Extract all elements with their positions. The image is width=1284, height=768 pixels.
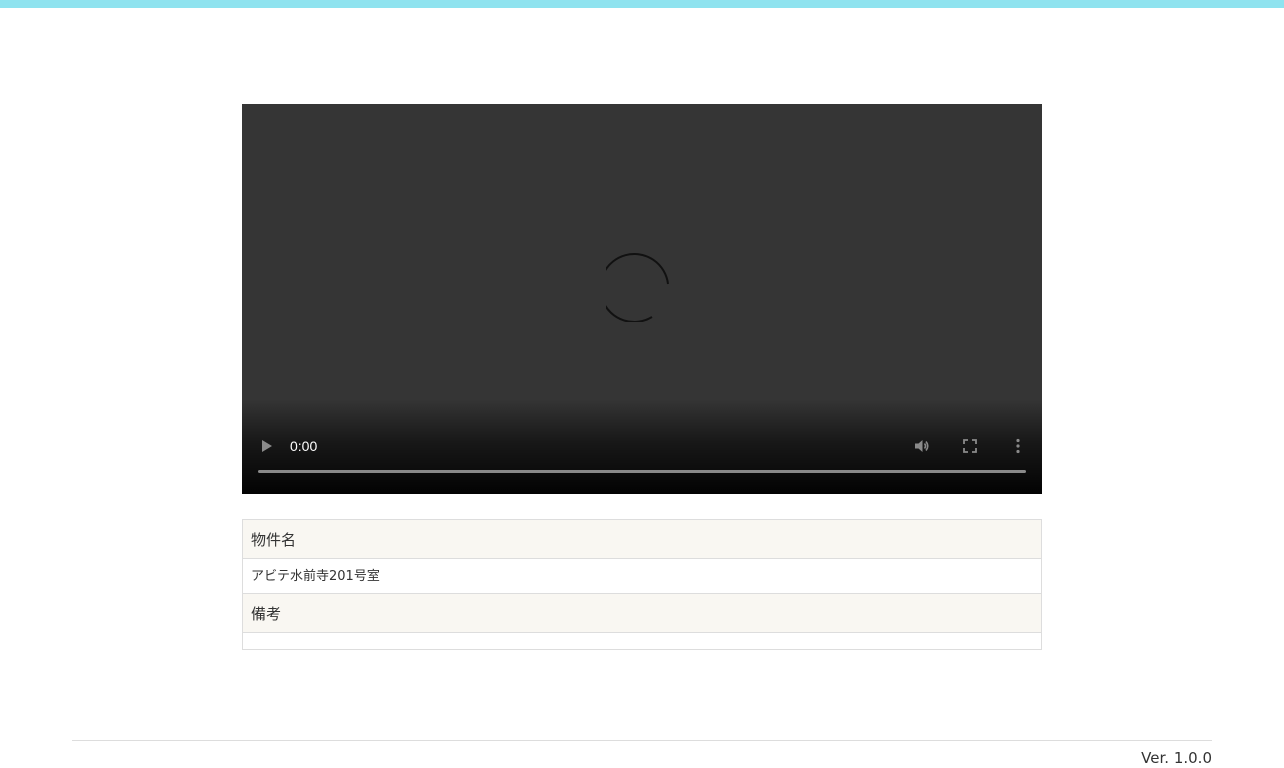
volume-icon[interactable] <box>913 437 931 455</box>
loading-spinner-icon <box>606 253 669 322</box>
more-vertical-icon[interactable] <box>1009 437 1027 455</box>
property-name-label: 物件名 <box>243 520 1041 559</box>
video-progress-bar[interactable] <box>258 470 1026 473</box>
footer-divider <box>72 740 1212 741</box>
version-label: Ver. 1.0.0 <box>1141 749 1212 767</box>
property-name-value: アビテ水前寺201号室 <box>243 559 1041 594</box>
property-info-table: 物件名 アビテ水前寺201号室 備考 <box>242 519 1042 650</box>
current-time: 0:00 <box>290 438 318 454</box>
notes-value <box>243 633 1041 649</box>
fullscreen-icon[interactable] <box>961 437 979 455</box>
notes-label: 備考 <box>243 594 1041 633</box>
play-icon[interactable] <box>258 437 276 455</box>
top-accent-bar <box>0 0 1284 8</box>
video-player[interactable]: 0:00 <box>242 104 1042 494</box>
